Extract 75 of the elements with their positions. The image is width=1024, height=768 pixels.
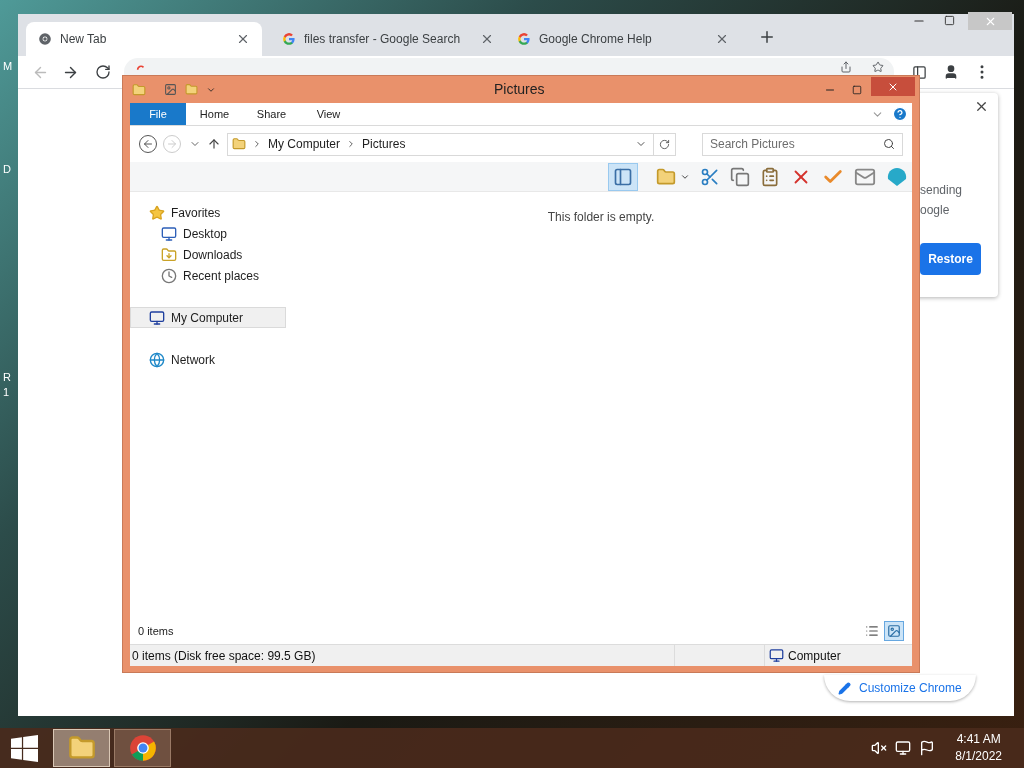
folder-icon — [161, 246, 177, 263]
up-icon[interactable] — [207, 137, 221, 151]
ribbon-tab[interactable]: File — [130, 103, 186, 125]
nav-item[interactable]: Desktop — [130, 223, 290, 244]
clock-icon — [161, 267, 177, 284]
search-field[interactable]: Search Pictures — [702, 132, 903, 156]
clipboard-icon[interactable] — [760, 166, 780, 187]
nav-item[interactable]: Downloads — [130, 244, 290, 265]
folder-icon[interactable] — [656, 166, 676, 187]
chrome-taskbar-button[interactable] — [114, 729, 171, 767]
status-location: Computer — [788, 647, 841, 665]
window-title: Pictures — [494, 80, 545, 99]
share-icon[interactable] — [840, 61, 852, 73]
scissors-icon[interactable] — [700, 166, 720, 187]
new-tab-icon[interactable] — [758, 28, 776, 46]
item-count: 0 items — [138, 623, 175, 639]
desktop-icon-label: 1 — [3, 387, 10, 398]
nav-item[interactable]: Favorites — [130, 202, 290, 223]
help-icon[interactable] — [892, 106, 908, 122]
ribbon-tab[interactable]: View — [300, 103, 357, 125]
globe-icon — [149, 351, 165, 368]
dialog-text: sending — [920, 182, 963, 199]
preview-pane-icon[interactable] — [608, 162, 638, 191]
google-logo-icon — [517, 32, 531, 46]
copy-icon[interactable] — [730, 166, 750, 187]
desktop-icon-label: M — [3, 61, 13, 72]
browser-tab[interactable]: New Tab — [26, 22, 262, 56]
restore-button[interactable]: Restore — [920, 243, 981, 275]
computer-icon — [149, 309, 165, 326]
address-field[interactable]: My Computer Pictures — [227, 132, 676, 156]
maximize-icon[interactable] — [852, 84, 862, 95]
shell-icon[interactable] — [886, 166, 908, 187]
browser-tab[interactable]: Google Chrome Help — [505, 22, 741, 56]
close-icon[interactable] — [236, 32, 250, 46]
pencil-icon — [838, 681, 851, 695]
list-icon — [865, 624, 879, 638]
chevron-icon[interactable] — [252, 139, 262, 149]
tiles-view-button[interactable] — [884, 621, 904, 641]
windows-logo-icon[interactable] — [11, 734, 38, 762]
empty-folder-message: This folder is empty. — [547, 209, 655, 224]
maximize-icon[interactable] — [944, 15, 955, 26]
search-icon — [883, 138, 895, 150]
folder-icon — [232, 137, 246, 151]
close-icon[interactable] — [480, 32, 494, 46]
computer-icon — [769, 648, 784, 663]
network-icon[interactable] — [895, 740, 912, 756]
flag-icon[interactable] — [919, 740, 936, 756]
star-icon[interactable] — [872, 61, 884, 73]
ribbon-tab[interactable]: Home — [186, 103, 243, 125]
google-logo-icon — [136, 64, 146, 72]
chrome-logo-icon — [128, 734, 157, 762]
folder-icon — [67, 734, 96, 762]
status-text: 0 items (Disk free space: 99.5 GB) — [131, 647, 317, 665]
nav-item[interactable]: Recent places — [130, 265, 290, 286]
nav-item[interactable]: Network — [130, 349, 290, 370]
ribbon-tab[interactable]: Share — [243, 103, 300, 125]
monitor-icon — [161, 225, 177, 242]
customize-chrome-button[interactable]: Customize Chrome — [824, 675, 976, 701]
profile-icon[interactable] — [943, 64, 959, 80]
muted-speaker-icon[interactable] — [871, 740, 888, 756]
reload-icon[interactable] — [95, 64, 111, 80]
refresh-icon[interactable] — [659, 138, 670, 150]
image-icon — [887, 624, 901, 638]
nav-item[interactable]: My Computer — [130, 307, 286, 328]
file-explorer-taskbar-button[interactable] — [53, 729, 110, 767]
star-icon — [149, 204, 165, 221]
close-icon[interactable] — [715, 32, 729, 46]
desktop-icon-label: R — [3, 372, 11, 383]
desktop-icon-label: D — [3, 164, 11, 175]
chrome-logo-icon — [38, 32, 52, 46]
close-icon[interactable] — [974, 99, 989, 114]
browser-tab[interactable]: files transfer - Google Search — [270, 22, 506, 56]
clock[interactable]: 4:41 AM 8/1/2022 — [955, 731, 1002, 765]
google-logo-icon — [282, 32, 296, 46]
dialog-text: oogle — [920, 202, 950, 219]
